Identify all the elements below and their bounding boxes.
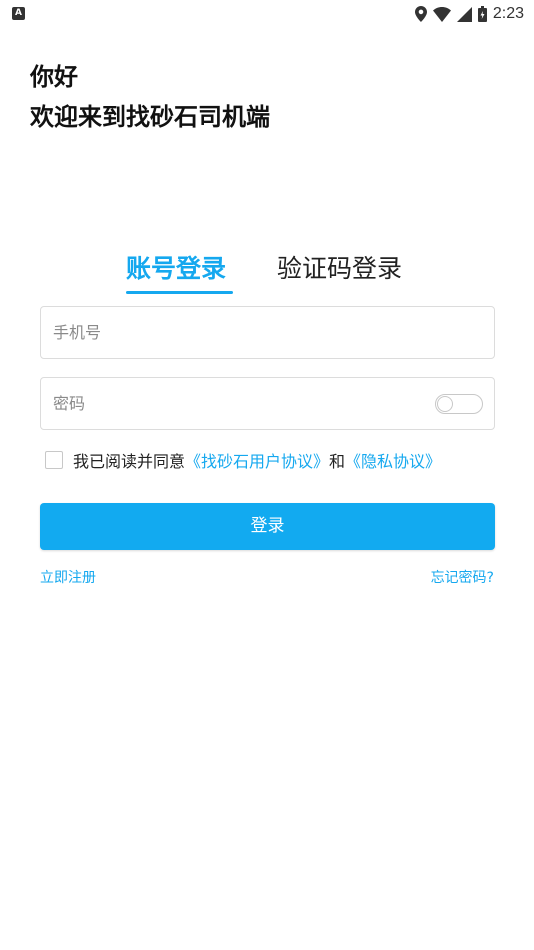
agreement-and: 和 (329, 452, 346, 471)
agreement-checkbox[interactable] (45, 451, 63, 469)
signal-icon (456, 6, 472, 22)
tab-account-login[interactable]: 账号登录 (126, 250, 226, 288)
user-agreement-link[interactable]: 《找砂石用户协议》 (185, 448, 329, 472)
location-icon (414, 6, 427, 22)
login-tabs: 账号登录 验证码登录 (0, 250, 534, 296)
status-bar: A 2:23 (0, 0, 534, 28)
phone-input[interactable] (41, 307, 411, 358)
tab-code-login[interactable]: 验证码登录 (277, 250, 402, 288)
forgot-password-link[interactable]: 忘记密码? (431, 567, 494, 589)
greeting-welcome: 欢迎来到找砂石司机端 (30, 103, 270, 131)
privacy-agreement-link[interactable]: 《隐私协议》 (345, 448, 441, 472)
greeting: 你好 欢迎来到找砂石司机端 (30, 60, 270, 134)
status-icons: 2:23 (414, 2, 524, 26)
agreement-prefix: 我已阅读并同意 (73, 452, 186, 471)
register-link[interactable]: 立即注册 (40, 567, 96, 589)
password-input[interactable] (41, 378, 411, 429)
agreement-row: 我已阅读并同意 《找砂石用户协议》 和 《隐私协议》 (45, 449, 441, 471)
toggle-knob (437, 396, 453, 412)
wifi-icon (432, 6, 451, 22)
login-button[interactable]: 登录 (40, 503, 495, 550)
active-tab-indicator (126, 291, 233, 294)
battery-icon (477, 6, 487, 22)
status-time: 2:23 (492, 5, 524, 22)
notification-icon: A (12, 7, 25, 20)
greeting-hello: 你好 (30, 63, 78, 91)
password-field (40, 377, 495, 430)
phone-field (40, 306, 495, 359)
password-visibility-toggle[interactable] (435, 394, 483, 414)
